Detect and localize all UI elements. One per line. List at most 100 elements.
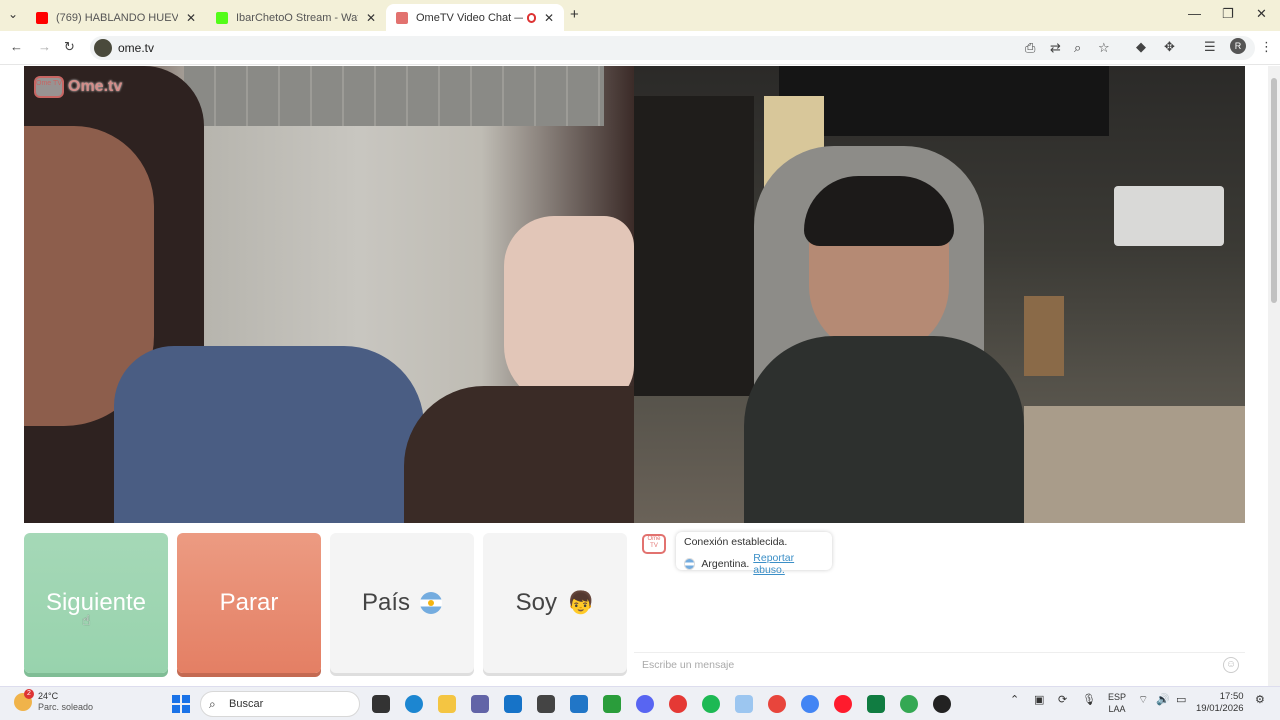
- site-info-icon[interactable]: [94, 39, 112, 57]
- extensions-puzzle-icon[interactable]: ✥: [1164, 39, 1175, 55]
- message-input[interactable]: Escribe un mensaje ☺: [634, 652, 1245, 676]
- translate-icon[interactable]: ⇄: [1050, 40, 1061, 56]
- tab-title: IbarChetoO Stream - Watch Live: [236, 11, 358, 24]
- ometv-logo-text: Ome.tv: [68, 78, 123, 95]
- chrome-profile-icon[interactable]: [801, 695, 819, 713]
- windows-taskbar: 2 24°C Parc. soleado ⌕ Buscar ⌃ ▣ ⟳ 🎙 ES…: [0, 686, 1280, 720]
- stop-button[interactable]: Parar: [177, 533, 321, 673]
- url-text: ome.tv: [118, 41, 155, 55]
- app-green-icon[interactable]: [702, 695, 720, 713]
- xbox-icon[interactable]: [603, 695, 621, 713]
- close-tab-icon[interactable]: ✕: [186, 11, 196, 25]
- wifi-icon[interactable]: ⌔: [1138, 693, 1148, 707]
- layout-code: LAA: [1108, 704, 1126, 714]
- forward-icon[interactable]: →: [38, 39, 51, 54]
- reading-list-icon[interactable]: ☰: [1204, 39, 1216, 55]
- search-icon: ⌕: [209, 697, 216, 711]
- more-menu-icon[interactable]: ⋮: [1260, 39, 1273, 55]
- volume-icon[interactable]: 🔊: [1156, 693, 1170, 706]
- scrollbar-thumb[interactable]: [1271, 78, 1277, 303]
- clock-date: 19/01/2026: [1196, 703, 1244, 714]
- country-button-label: País: [361, 589, 411, 616]
- language-code: ESP: [1108, 692, 1127, 702]
- taskbar-search[interactable]: ⌕ Buscar: [200, 691, 360, 717]
- self-video: [634, 66, 1245, 523]
- zoom-icon[interactable]: ⌕: [1074, 40, 1081, 56]
- obs-icon[interactable]: [933, 695, 951, 713]
- tab-title: (769) HABLANDO HUEVADAS -: [56, 11, 178, 24]
- excel-icon[interactable]: [867, 695, 885, 713]
- next-button[interactable]: Siguiente: [24, 533, 168, 673]
- stop-button-label: Parar: [219, 589, 279, 616]
- tray-app-icon[interactable]: ▣: [1034, 693, 1044, 706]
- tab-youtube[interactable]: (769) HABLANDO HUEVADAS - ✕: [26, 4, 206, 31]
- chrome-alt-icon[interactable]: [900, 695, 918, 713]
- gender-button-label: Soy: [515, 589, 557, 616]
- profile-avatar[interactable]: R: [1230, 38, 1246, 54]
- cabinet: [1024, 296, 1064, 376]
- file-explorer-icon[interactable]: [438, 695, 456, 713]
- shirt: [114, 346, 424, 523]
- ometv-icon: [396, 11, 408, 24]
- close-tab-icon[interactable]: ✕: [366, 11, 376, 25]
- app-red-icon[interactable]: [669, 695, 687, 713]
- tab-kick-stream[interactable]: IbarChetoO Stream - Watch Live ✕: [206, 4, 386, 31]
- ometv-tv-icon: Ome TV: [34, 76, 64, 98]
- discord-icon[interactable]: [636, 695, 654, 713]
- extension-icon[interactable]: ◆: [1136, 39, 1146, 55]
- tray-chevron-icon[interactable]: ⌃: [1010, 693, 1019, 706]
- restore-icon[interactable]: ❐: [1222, 6, 1234, 22]
- new-tab-button[interactable]: +: [570, 6, 579, 23]
- microphone-icon[interactable]: 🎙: [1082, 693, 1096, 706]
- chrome-icon[interactable]: [768, 695, 786, 713]
- keyboard-language[interactable]: ESP LAA: [1108, 691, 1126, 715]
- argentina-flag-icon: [684, 558, 696, 570]
- edge-icon[interactable]: [405, 695, 423, 713]
- hair-right: [404, 386, 634, 523]
- connection-status: Conexión establecida.: [684, 536, 788, 548]
- clock-time: 17:50: [1219, 691, 1244, 702]
- address-bar[interactable]: ome.tv ⎙ ⇄ ⌕ ☆: [90, 36, 1255, 60]
- notepad-icon[interactable]: [735, 695, 753, 713]
- tray-sync-icon[interactable]: ⟳: [1058, 693, 1067, 706]
- person-torso: [744, 336, 1024, 523]
- boy-icon: 👦: [566, 590, 595, 615]
- opera-icon[interactable]: [834, 695, 852, 713]
- report-abuse-link[interactable]: Reportar abuso.: [753, 552, 824, 576]
- close-tab-icon[interactable]: ✕: [544, 11, 554, 25]
- floor: [1024, 406, 1245, 523]
- search-label: Buscar: [229, 698, 264, 710]
- system-message: Conexión establecida. Argentina. Reporta…: [676, 532, 832, 576]
- bookmark-star-icon[interactable]: ☆: [1098, 40, 1110, 56]
- close-window-icon[interactable]: ✕: [1256, 6, 1267, 22]
- argentina-flag-icon: [420, 592, 443, 614]
- recording-icon: [526, 12, 536, 23]
- ometv-logo: Ome TV Ome.tv: [34, 76, 122, 98]
- kick-icon: [216, 11, 228, 24]
- tv-screen: [779, 66, 1109, 136]
- task-view-icon[interactable]: [372, 695, 390, 713]
- system-clock[interactable]: 17:50 19/01/2026: [1196, 691, 1244, 715]
- visual-studio-icon[interactable]: [570, 695, 588, 713]
- country-button[interactable]: País: [330, 533, 474, 673]
- back-icon[interactable]: ←: [10, 39, 23, 54]
- emoji-icon[interactable]: ☺: [1223, 657, 1239, 673]
- browser-toolbar: ← → ↻ ome.tv ⎙ ⇄ ⌕ ☆ ◆ ✥ ☰ R ⋮: [0, 31, 1280, 65]
- weather-widget[interactable]: 2 24°C Parc. soleado: [14, 689, 93, 713]
- notifications-icon[interactable]: ⚙: [1255, 693, 1265, 706]
- store-icon[interactable]: [504, 695, 522, 713]
- teams-icon[interactable]: [471, 695, 489, 713]
- windows-start-icon[interactable]: [172, 695, 190, 713]
- battery-icon[interactable]: ▭: [1176, 693, 1186, 706]
- gender-button[interactable]: Soy 👦: [483, 533, 627, 673]
- install-app-icon[interactable]: ⎙: [1025, 40, 1035, 56]
- person-hair: [804, 176, 954, 246]
- tab-ometv[interactable]: OmeTV Video Chat — Ome ✕: [386, 4, 564, 31]
- unity-icon[interactable]: [537, 695, 555, 713]
- tab-search-menu-button[interactable]: ⌄: [8, 7, 18, 21]
- minimize-icon[interactable]: —: [1188, 6, 1201, 21]
- weather-badge: 2: [24, 689, 34, 699]
- reload-icon[interactable]: ↻: [64, 39, 75, 55]
- page-scrollbar[interactable]: [1268, 66, 1280, 686]
- tab-title: OmeTV Video Chat — Ome: [416, 11, 523, 24]
